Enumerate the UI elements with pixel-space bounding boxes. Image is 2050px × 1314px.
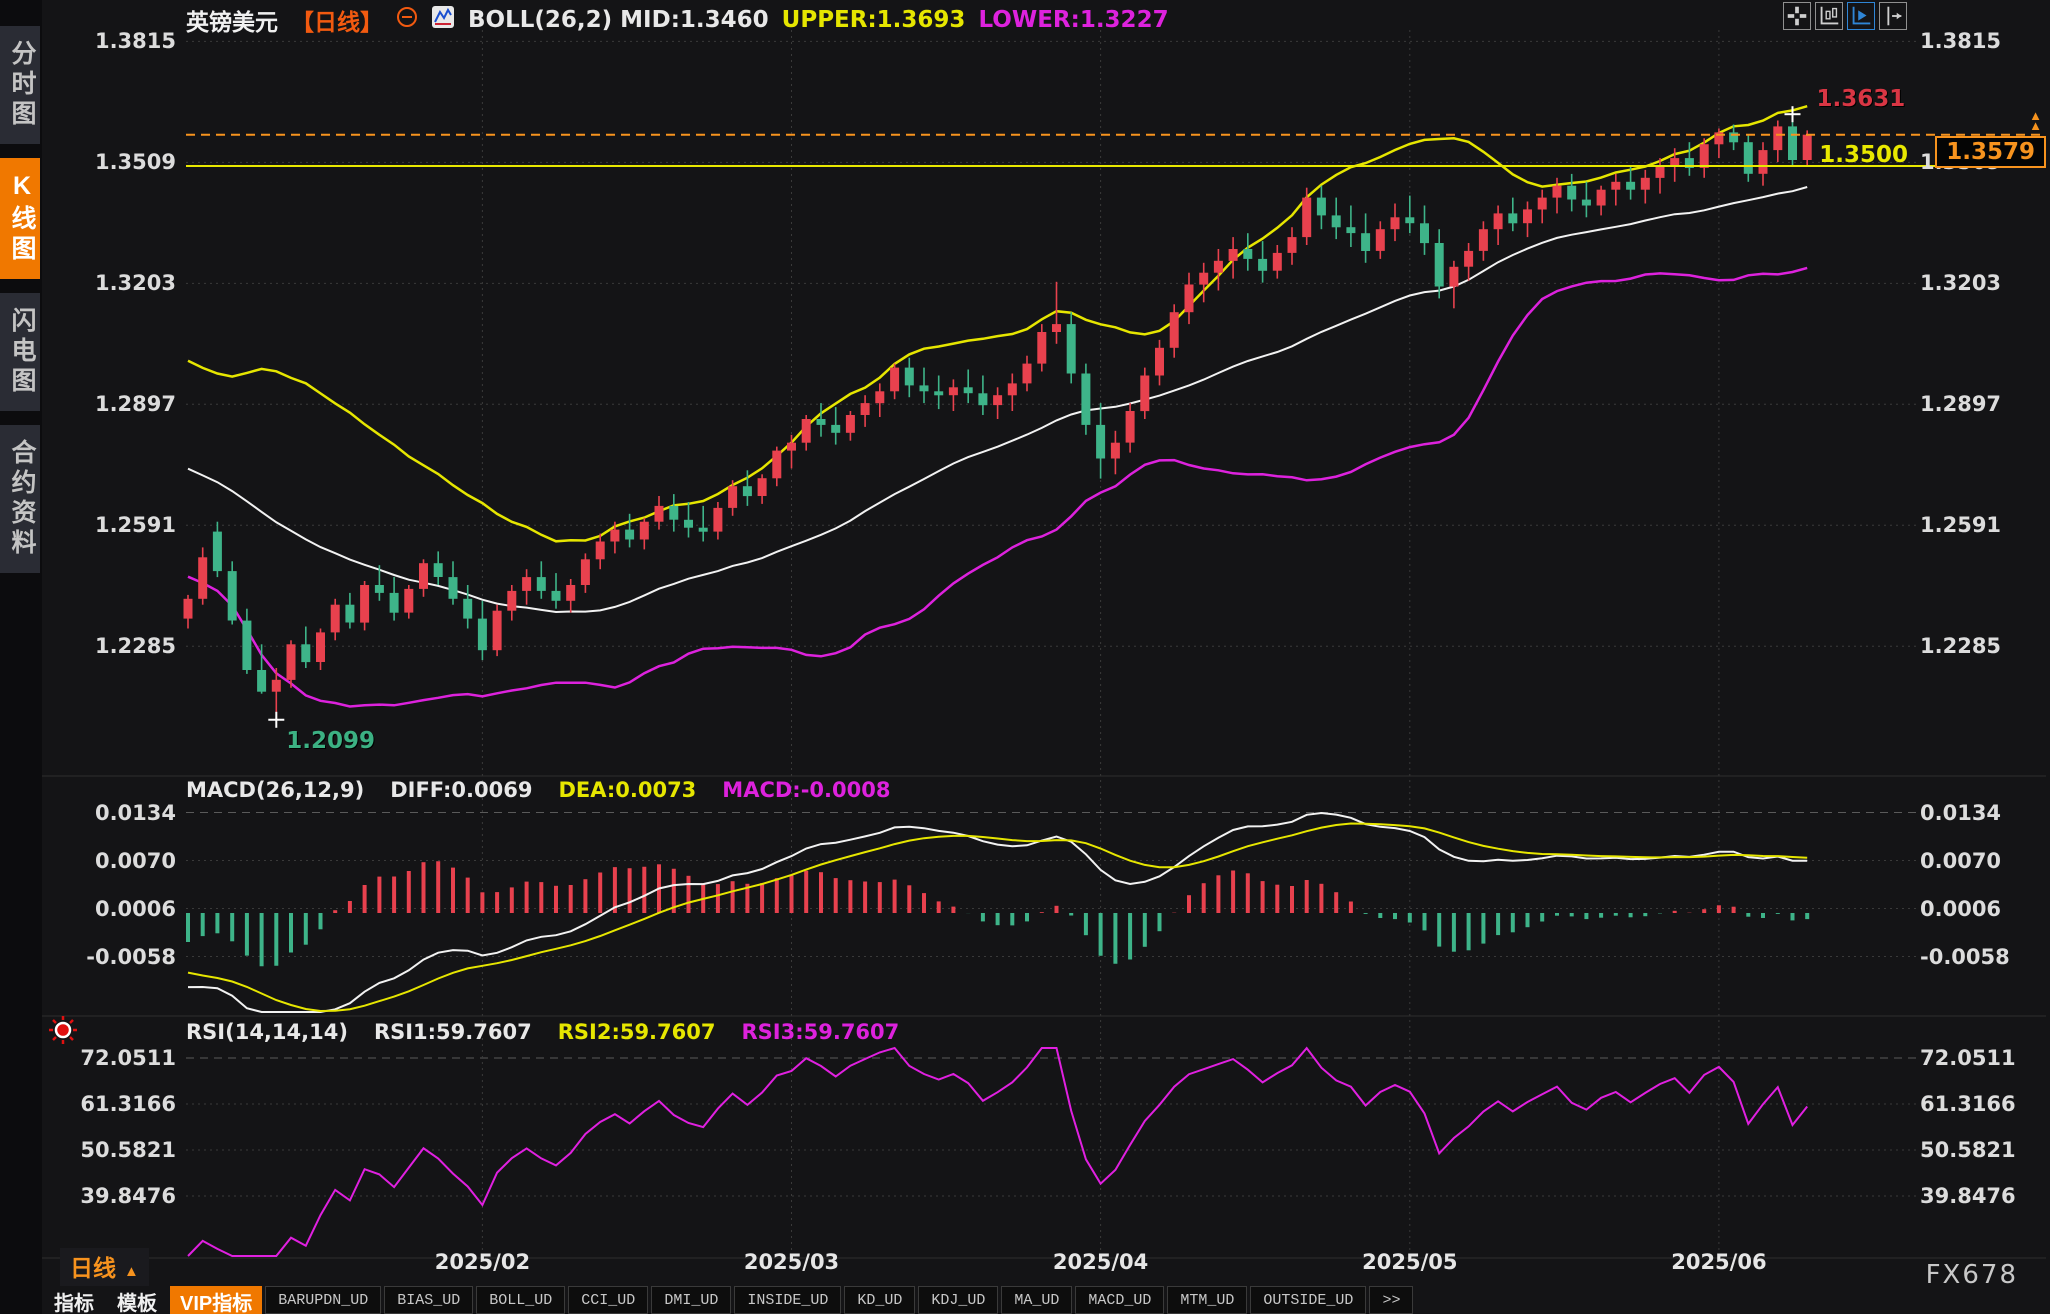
toolbar-item-bias-ud[interactable]: BIAS_UD bbox=[384, 1286, 473, 1314]
rsi-header-row: RSI(14,14,14) RSI1:59.7607 RSI2:59.7607 … bbox=[186, 1020, 899, 1044]
toolbar-item-vip指标[interactable]: VIP指标 bbox=[170, 1286, 262, 1314]
sidebar-item-2[interactable]: K线图 bbox=[0, 158, 40, 279]
y-axis-label: 1.2285 bbox=[58, 634, 176, 658]
y-axis-label: 1.3815 bbox=[1920, 29, 2048, 53]
x-axis-month-label: 2025/06 bbox=[1671, 1250, 1766, 1274]
y-axis-label: 0.0134 bbox=[1920, 801, 2048, 825]
bottom-indicator-toolbar: 指标模板VIP指标BARUPDN_UDBIAS_UDBOLL_UDCCI_UDD… bbox=[44, 1286, 1413, 1314]
toolbar-item-kdj-ud[interactable]: KDJ_UD bbox=[918, 1286, 998, 1314]
collapse-icon[interactable] bbox=[396, 6, 418, 34]
high-price-tag: 1.3631 bbox=[1817, 86, 1906, 112]
y-axis-label: 1.3815 bbox=[58, 29, 176, 53]
toolbar-item-模板[interactable]: 模板 bbox=[107, 1286, 167, 1314]
y-axis-label: 39.8476 bbox=[58, 1184, 176, 1208]
chart-view-toolbar bbox=[1783, 2, 1907, 30]
toolbar-item-barupdn-ud[interactable]: BARUPDN_UD bbox=[265, 1286, 381, 1314]
level-line-tag: 1.3500 bbox=[1819, 142, 1908, 168]
period-dropdown-label: 日线 bbox=[70, 1255, 116, 1281]
rsi-params-label: RSI(14,14,14) bbox=[186, 1020, 348, 1044]
alert-sun-icon[interactable] bbox=[44, 1014, 82, 1051]
toolbar-item-cci-ud[interactable]: CCI_UD bbox=[568, 1286, 648, 1314]
y-axis-label: 72.0511 bbox=[1920, 1046, 2048, 1070]
y-axis-label: 61.3166 bbox=[58, 1092, 176, 1116]
y-axis-label: 1.3509 bbox=[58, 150, 176, 174]
chart-canvas[interactable] bbox=[0, 0, 2050, 1314]
y-axis-label: 1.2591 bbox=[58, 513, 176, 537]
sidebar-item-4[interactable]: 合约资料 bbox=[0, 425, 40, 573]
macd-hist-value: MACD:-0.0008 bbox=[722, 778, 890, 802]
toolbar-item-macd-ud[interactable]: MACD_UD bbox=[1075, 1286, 1164, 1314]
y-axis-label: 0.0070 bbox=[1920, 849, 2048, 873]
y-axis-label: 50.5821 bbox=[1920, 1138, 2048, 1162]
x-axis-month-label: 2025/04 bbox=[1053, 1250, 1148, 1274]
toolbar-item-kd-ud[interactable]: KD_UD bbox=[844, 1286, 915, 1314]
candle-scale-icon[interactable] bbox=[1815, 2, 1843, 30]
boll-upper-label: UPPER:1.3693 bbox=[782, 7, 966, 33]
x-axis-month-label: 2025/05 bbox=[1362, 1250, 1457, 1274]
y-axis-label: 0.0134 bbox=[58, 801, 176, 825]
y-axis-label: 1.2591 bbox=[1920, 513, 2048, 537]
macd-header-row: MACD(26,12,9) DIFF:0.0069 DEA:0.0073 MAC… bbox=[186, 778, 890, 802]
x-axis-month-label: 2025/02 bbox=[435, 1250, 530, 1274]
boll-mid-label: BOLL(26,2) MID:1.3460 bbox=[468, 7, 769, 33]
sidebar: 分时图 K线图闪电图合约资料 bbox=[0, 0, 42, 1314]
x-axis-month-label: 2025/03 bbox=[744, 1250, 839, 1274]
y-axis-label: 39.8476 bbox=[1920, 1184, 2048, 1208]
macd-dea-value: DEA:0.0073 bbox=[558, 778, 696, 802]
y-axis-label: 1.3203 bbox=[58, 271, 176, 295]
app-root: 分时图 K线图闪电图合约资料 英镑美元 【日线】 BOLL(26,2) MID:1… bbox=[0, 0, 2050, 1314]
scroll-to-latest-icon[interactable]: ▲▲ bbox=[2029, 111, 2042, 131]
toolbar-item-mtm-ud[interactable]: MTM_UD bbox=[1167, 1286, 1247, 1314]
y-axis-label: 1.3203 bbox=[1920, 271, 2048, 295]
rsi2-value: RSI2:59.7607 bbox=[558, 1020, 716, 1044]
triangle-up-icon: ▲ bbox=[124, 1263, 139, 1280]
y-axis-label: -0.0058 bbox=[1920, 945, 2048, 969]
macd-diff-value: DIFF:0.0069 bbox=[390, 778, 532, 802]
rsi1-value: RSI1:59.7607 bbox=[374, 1020, 532, 1044]
y-axis-label: 1.2285 bbox=[1920, 634, 2048, 658]
y-axis-label: 0.0006 bbox=[58, 897, 176, 921]
toolbar-item-inside-ud[interactable]: INSIDE_UD bbox=[734, 1286, 841, 1314]
macd-params-label: MACD(26,12,9) bbox=[186, 778, 364, 802]
y-axis-label: 1.2897 bbox=[58, 392, 176, 416]
toolbar-item-指标[interactable]: 指标 bbox=[44, 1286, 104, 1314]
y-axis-label: 0.0006 bbox=[1920, 897, 2048, 921]
y-axis-label: -0.0058 bbox=[58, 945, 176, 969]
period-dropdown-button[interactable]: 日线 ▲ bbox=[60, 1248, 149, 1286]
period-label[interactable]: 【日线】 bbox=[291, 3, 383, 37]
rsi3-value: RSI3:59.7607 bbox=[742, 1020, 900, 1044]
play-scale-icon[interactable] bbox=[1847, 2, 1875, 30]
indicator-chart-icon[interactable] bbox=[431, 5, 455, 35]
sidebar-item-1[interactable]: 分时图 bbox=[0, 26, 40, 144]
sidebar-item-3[interactable]: 闪电图 bbox=[0, 293, 40, 411]
y-axis-label: 61.3166 bbox=[1920, 1092, 2048, 1116]
main-title-row: 英镑美元 【日线】 BOLL(26,2) MID:1.3460 UPPER:1.… bbox=[186, 4, 1169, 36]
boll-lower-label: LOWER:1.3227 bbox=[978, 7, 1168, 33]
low-price-tag: 1.2099 bbox=[286, 728, 375, 754]
toolbar-item-outside-ud[interactable]: OUTSIDE_UD bbox=[1250, 1286, 1366, 1314]
last-price-box: 1.3579 bbox=[1935, 136, 2046, 168]
axis-shift-icon[interactable] bbox=[1879, 2, 1907, 30]
y-axis-label: 50.5821 bbox=[58, 1138, 176, 1162]
toolbar-item--[interactable]: >> bbox=[1369, 1286, 1413, 1314]
symbol-name: 英镑美元 bbox=[186, 3, 278, 37]
y-axis-label: 1.2897 bbox=[1920, 392, 2048, 416]
toolbar-item-boll-ud[interactable]: BOLL_UD bbox=[476, 1286, 565, 1314]
y-axis-label: 0.0070 bbox=[58, 849, 176, 873]
pan-icon[interactable] bbox=[1783, 2, 1811, 30]
watermark: FX678 bbox=[1926, 1260, 2018, 1290]
toolbar-item-dmi-ud[interactable]: DMI_UD bbox=[651, 1286, 731, 1314]
toolbar-item-ma-ud[interactable]: MA_UD bbox=[1001, 1286, 1072, 1314]
